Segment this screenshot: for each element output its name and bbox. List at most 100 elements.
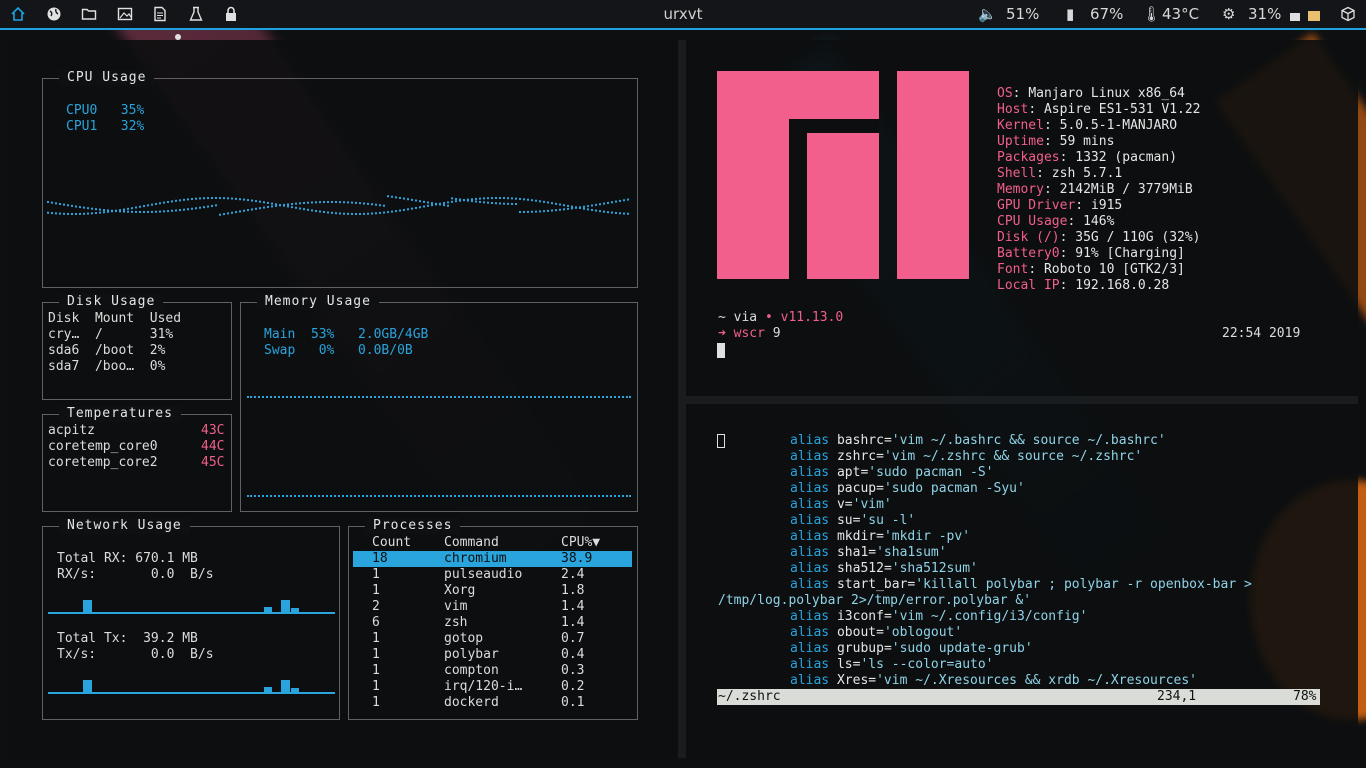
cpu-graph-dot [59,212,61,215]
process-row[interactable]: 18 chromium 38.9 [353,551,632,567]
process-count: 1 [372,631,380,646]
cpu-graph-dot [423,205,425,208]
cpu-graph-dot [351,212,353,215]
cpu-graph-dot [103,211,105,214]
vim-status-position: 234,1 [1157,689,1197,704]
cpu-graph-dot [195,197,197,200]
process-row[interactable]: 1 dockerd 0.1 [353,695,632,711]
vim-alias-name: grubup [836,641,884,656]
cpu-graph-dot [175,199,177,202]
cpu-graph-dot [407,198,409,201]
cpu-graph-dot [323,211,325,214]
cpu-graph-dot [363,212,365,215]
cpu-graph-dot [543,210,545,213]
cpu-graph-dot [163,201,165,204]
process-row[interactable]: 1 gotop 0.7 [353,631,632,647]
process-command: pulseaudio [444,567,523,582]
cpu-graph-dot [603,202,605,205]
cpu-graph-dot [123,208,125,211]
process-cpu: 0.2 [561,679,585,694]
process-row[interactable]: 6 zsh 1.4 [353,615,632,631]
process-row[interactable]: 1 polybar 0.4 [353,647,632,663]
process-row[interactable]: 1 compton 0.3 [353,663,632,679]
system-info-key: Local IP [997,278,1060,293]
cpu-graph-dot [275,203,277,206]
manjaro-logo [717,71,969,279]
cpu-graph-dot [55,202,57,205]
cpu-graph-dot [567,207,569,210]
system-info-row: Uptime: 59 mins [997,134,1115,149]
cpu-graph-dot [147,210,149,213]
cpu-graph-dot [167,210,169,213]
cpu-graph-dot [387,195,389,198]
cpu-graph-dot [231,197,233,200]
system-info-row: Disk (/): 35G / 110G (32%) [997,230,1201,245]
cpu-graph-dot [503,202,505,205]
process-row[interactable]: 1 pulseaudio 2.4 [353,567,632,583]
cpu-graph-dot [415,199,417,202]
cpu-graph-dot [559,203,561,206]
tray-square-icon[interactable] [1290,13,1300,21]
vim-alias-name: bashrc [836,433,884,448]
vim-alias-name: sha1 [836,545,869,560]
process-cpu: 1.8 [561,583,585,598]
process-row[interactable]: 2 vim 1.4 [353,599,632,615]
cpu-usage-label: CPU Usage [59,70,155,86]
cpu-graph-dot [535,199,537,202]
cpu-graph-dot [139,205,141,208]
process-header-cpu[interactable]: CPU%▼ [561,535,600,551]
cpu-graph-dot [295,202,297,205]
tray-square-icon[interactable] [1308,11,1320,21]
cpu-graph-dot [591,204,593,207]
cpu-graph-dot [495,202,497,205]
cpu-graph-dot [155,202,157,205]
cpu-graph [47,195,629,216]
vim-keyword: alias [790,641,830,656]
cpu-graph-dot [311,209,313,212]
shell-prompt-line: ~ via • v11.13.0 [718,310,844,325]
processes-label: Processes [365,518,461,534]
cpu-graph-dot [587,208,589,211]
cpu-graph-dot [243,198,245,201]
process-count: 1 [372,679,380,694]
volume-icon[interactable]: 🔈 [978,5,997,23]
cpu-graph-dot [87,212,89,215]
rx-total: Total RX: 670.1 MB [57,551,198,566]
cpu-graph-dot [195,207,197,210]
cpu-graph-dot [527,210,529,213]
cpu-graph-dot [267,201,269,204]
cpu-graph-dot [327,211,329,214]
cube-icon[interactable] [1338,5,1358,23]
process-header-command[interactable]: Command [444,535,499,551]
cpu-graph-dot [395,196,397,199]
vim-cursor[interactable] [717,434,725,448]
vim-alias-value: 'killall polybar ; polybar -r openbox-ba… [915,577,1252,592]
cpu-graph-dot [559,208,561,211]
cpu-graph-dot [75,212,77,215]
cpu-graph-dot [111,210,113,213]
memory-main-graph [247,396,631,398]
cpu-graph-dot [251,208,253,211]
cpu-graph-dot [403,197,405,200]
cpu-graph-dot [371,203,373,206]
cpu-graph-dot [203,206,205,209]
cpu-graph-dot [107,210,109,213]
cpu-graph-dot [443,202,445,205]
cpu-graph-dot [571,205,573,208]
cpu-graph-dot [359,202,361,205]
terminal-cursor[interactable] [717,343,725,358]
process-header-count[interactable]: Count [372,535,411,551]
cpu-graph-dot [179,209,181,212]
cpu-graph-dot [611,211,613,214]
vim-alias-value: 'sudo pacman -Syu' [883,481,1025,496]
cpu-graph-dot [411,198,413,201]
cpu-graph-dot [599,203,601,206]
cpu-graph-dot [259,207,261,210]
temp-name: coretemp_core0 [48,439,158,454]
network-usage-label: Network Usage [59,518,190,534]
vim-alias-name: Xres [836,673,869,688]
cpu-graph-dot [91,212,93,215]
vim-status-file: ~/.zshrc [718,689,781,704]
process-row[interactable]: 1 irq/120-i… 0.2 [353,679,632,695]
process-row[interactable]: 1 Xorg 1.8 [353,583,632,599]
